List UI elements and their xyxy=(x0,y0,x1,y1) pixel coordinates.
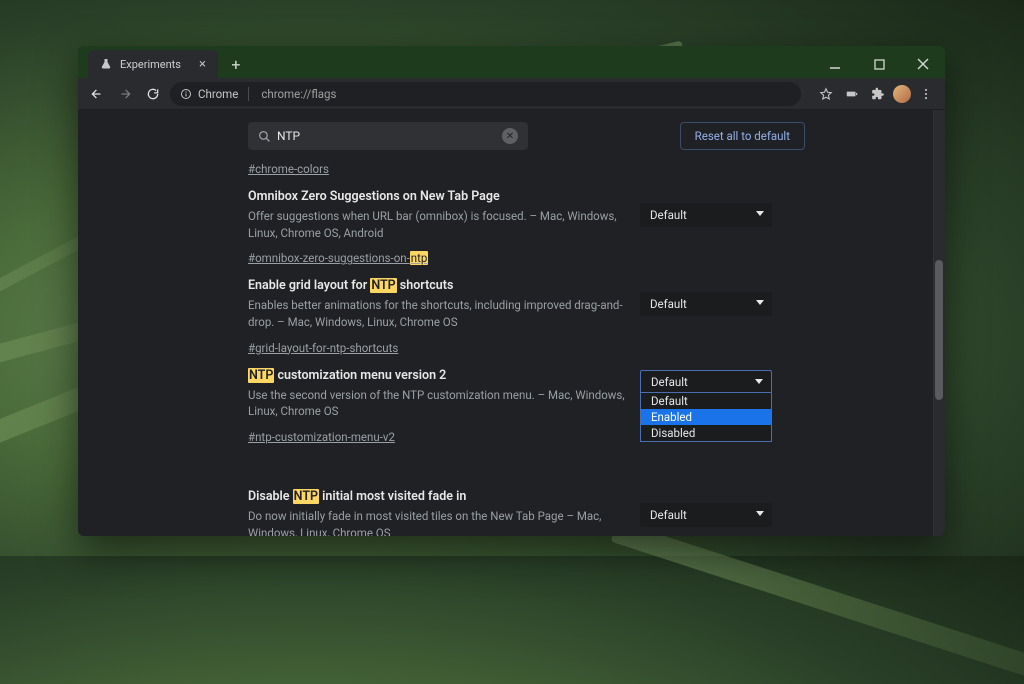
flag-dropdown[interactable]: Default xyxy=(640,292,772,316)
extensions-icon[interactable] xyxy=(867,83,889,105)
dropdown-option[interactable]: Default xyxy=(641,393,771,409)
search-input[interactable] xyxy=(277,129,502,143)
flag-title: Disable NTP initial most visited fade in xyxy=(248,489,628,504)
back-button[interactable] xyxy=(86,83,108,105)
search-icon xyxy=(258,130,271,143)
titlebar: Experiments × + xyxy=(78,46,945,78)
close-icon[interactable]: × xyxy=(199,58,206,71)
browser-window: Experiments × + Chrome xyxy=(78,46,945,536)
scrollbar-thumb[interactable] xyxy=(935,260,943,400)
reload-button[interactable] xyxy=(142,83,164,105)
flag-item: NTP customization menu version 2 Use the… xyxy=(248,356,925,445)
flag-desc: Use the second version of the NTP custom… xyxy=(248,387,628,420)
flag-title: NTP customization menu version 2 xyxy=(248,368,628,383)
flag-desc: Offer suggestions when URL bar (omnibox)… xyxy=(248,208,628,241)
url-origin: Chrome xyxy=(198,87,238,101)
flask-icon xyxy=(100,58,112,70)
page-content: ✕ Reset all to default #chrome-colors Om… xyxy=(78,110,945,536)
flag-title: Enable grid layout for NTP shortcuts xyxy=(248,278,628,293)
flag-hash[interactable]: #omnibox-zero-suggestions-on-ntp xyxy=(248,251,428,265)
star-icon[interactable] xyxy=(815,83,837,105)
flag-hash[interactable]: #ntp-customization-menu-v2 xyxy=(248,430,395,444)
menu-icon[interactable] xyxy=(915,83,937,105)
flag-search[interactable]: ✕ xyxy=(248,122,528,150)
browser-tab[interactable]: Experiments × xyxy=(88,50,218,78)
maximize-button[interactable] xyxy=(857,50,901,78)
forward-button[interactable] xyxy=(114,83,136,105)
flag-dropdown[interactable]: Default xyxy=(640,203,772,227)
flag-title: Omnibox Zero Suggestions on New Tab Page xyxy=(248,189,628,204)
flag-desc: Do now initially fade in most visited ti… xyxy=(248,508,628,536)
minimize-button[interactable] xyxy=(813,50,857,78)
flag-desc: Enables better animations for the shortc… xyxy=(248,297,628,330)
close-window-button[interactable] xyxy=(901,50,945,78)
clear-search-icon[interactable]: ✕ xyxy=(502,128,518,144)
dropdown-option[interactable]: Enabled xyxy=(641,409,771,425)
site-info-icon[interactable] xyxy=(180,88,192,100)
dropdown-option[interactable]: Disabled xyxy=(641,425,771,441)
url-path: chrome://flags xyxy=(261,87,336,101)
flag-hash[interactable]: #chrome-colors xyxy=(248,162,329,176)
new-tab-button[interactable]: + xyxy=(224,52,248,76)
flag-item: Disable NTP initial most visited fade in… xyxy=(248,477,925,536)
flag-item: Omnibox Zero Suggestions on New Tab Page… xyxy=(248,177,925,266)
battery-icon[interactable] xyxy=(841,83,863,105)
reset-all-button[interactable]: Reset all to default xyxy=(680,122,805,150)
toolbar: Chrome chrome://flags xyxy=(78,78,945,110)
profile-avatar[interactable] xyxy=(893,85,911,103)
flag-hash[interactable]: #grid-layout-for-ntp-shortcuts xyxy=(248,341,398,355)
flag-dropdown[interactable]: Default xyxy=(640,370,772,394)
tab-title: Experiments xyxy=(120,58,181,71)
dropdown-list: Default Enabled Disabled xyxy=(640,392,772,442)
address-bar[interactable]: Chrome chrome://flags xyxy=(170,82,801,106)
flag-dropdown[interactable]: Default xyxy=(640,503,772,527)
flag-item: Enable grid layout for NTP shortcuts Ena… xyxy=(248,266,925,355)
window-controls xyxy=(813,50,945,78)
